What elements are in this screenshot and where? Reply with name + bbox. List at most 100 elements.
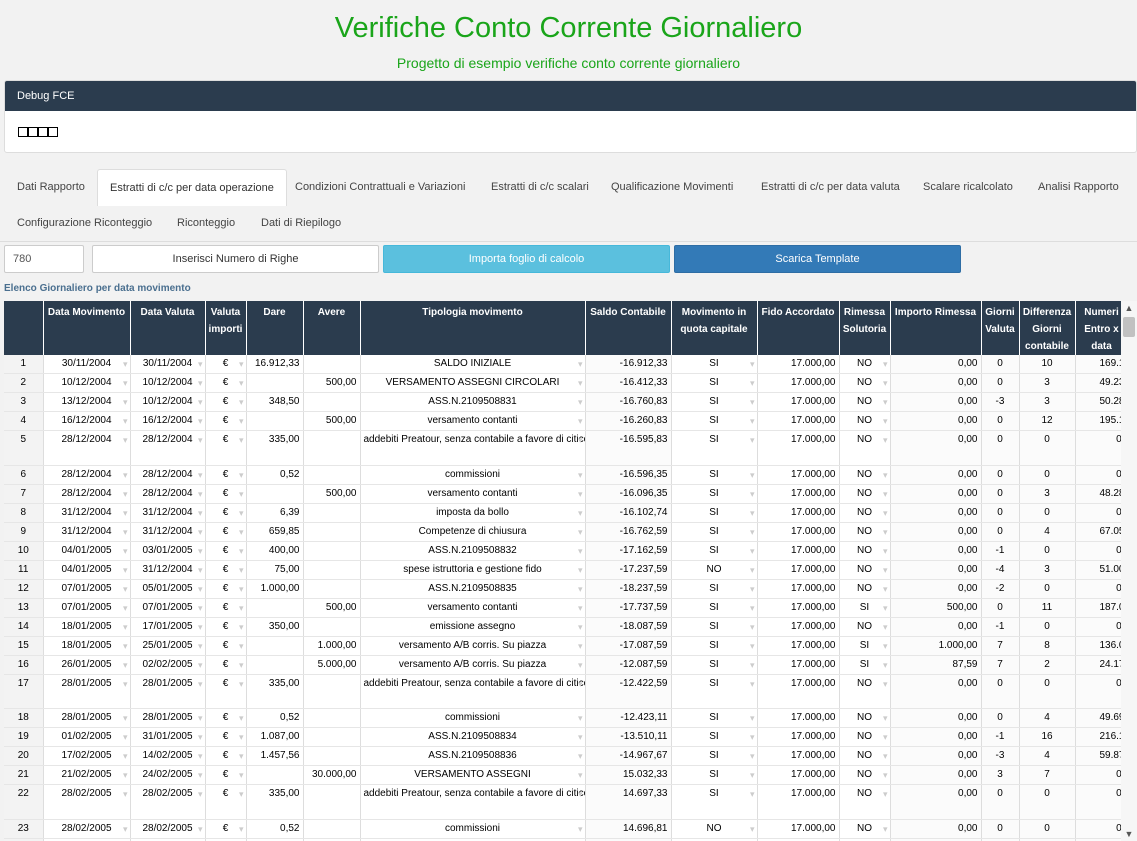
table-cell[interactable]: €: [205, 430, 247, 466]
column-header[interactable]: Movimento in quota capitale: [671, 301, 758, 355]
table-cell[interactable]: 0,: [1075, 430, 1121, 466]
table-cell[interactable]: addebiti Preatour, senza contabile a fav…: [360, 674, 586, 710]
table-cell[interactable]: [246, 598, 304, 618]
table-cell[interactable]: -18.237,59: [585, 579, 672, 599]
table-cell[interactable]: imposta da bollo: [360, 503, 586, 523]
table-cell[interactable]: NO: [839, 522, 891, 542]
table-cell[interactable]: 0,: [1075, 503, 1121, 523]
table-cell[interactable]: 17.000,00: [757, 746, 840, 767]
table-cell[interactable]: 0,00: [890, 411, 982, 432]
table-cell[interactable]: 216.1: [1075, 727, 1121, 748]
table-cell[interactable]: 350,00: [246, 617, 304, 637]
table-cell[interactable]: SI: [671, 674, 758, 710]
table-cell[interactable]: 0,00: [890, 503, 982, 523]
table-cell[interactable]: 10/12/2004: [130, 392, 206, 413]
table-cell[interactable]: -16.762,59: [585, 522, 672, 542]
table-cell[interactable]: 0: [1019, 784, 1076, 820]
table-cell[interactable]: 10: [1019, 355, 1076, 375]
table-cell[interactable]: 30/11/2004: [130, 355, 206, 375]
table-cell[interactable]: €: [205, 708, 247, 729]
table-cell[interactable]: SI: [671, 727, 758, 748]
table-cell[interactable]: 17.000,00: [757, 708, 840, 729]
table-cell[interactable]: 0,00: [890, 674, 982, 710]
table-cell[interactable]: versamento A/B corris. Su piazza: [360, 655, 586, 675]
table-cell[interactable]: -12.423,11: [585, 708, 672, 729]
table-cell[interactable]: 15.032,33: [585, 765, 672, 786]
table-cell[interactable]: 14.697,33: [585, 784, 672, 820]
tab-dati-riepilogo[interactable]: Dati di Riepilogo: [261, 205, 341, 241]
table-cell[interactable]: [303, 708, 361, 729]
table-cell[interactable]: 31/12/2004: [130, 560, 206, 580]
table-cell[interactable]: NO: [839, 746, 891, 767]
table-cell[interactable]: 0: [1019, 465, 1076, 485]
table-cell[interactable]: €: [205, 541, 247, 561]
table-cell[interactable]: €: [205, 636, 247, 656]
table-cell[interactable]: -16.096,35: [585, 484, 672, 504]
table-cell[interactable]: €: [205, 411, 247, 432]
table-cell[interactable]: NO: [839, 579, 891, 599]
table-cell[interactable]: [303, 784, 361, 820]
table-cell[interactable]: 3: [1019, 373, 1076, 394]
table-cell[interactable]: 28/12/2004: [130, 430, 206, 466]
table-cell[interactable]: 14.696,81: [585, 819, 672, 839]
table-cell[interactable]: [246, 765, 304, 786]
table-cell[interactable]: 14/02/2005: [130, 746, 206, 767]
table-cell[interactable]: 28/12/2004: [130, 484, 206, 504]
table-cell[interactable]: 0: [1019, 674, 1076, 710]
table-cell[interactable]: NO: [671, 819, 758, 839]
table-cell[interactable]: 28/12/2004: [130, 465, 206, 485]
table-cell[interactable]: 16/12/2004: [130, 411, 206, 432]
table-cell[interactable]: [303, 355, 361, 375]
table-cell[interactable]: SI: [671, 355, 758, 375]
table-cell[interactable]: 17.000,00: [757, 579, 840, 599]
table-cell[interactable]: SI: [671, 411, 758, 432]
tab-estratti-valuta[interactable]: Estratti di c/c per data valuta: [761, 169, 900, 205]
table-cell[interactable]: 0,: [1075, 674, 1121, 710]
table-cell[interactable]: ASS.N.2109508831: [360, 392, 586, 413]
table-cell[interactable]: 0,00: [890, 708, 982, 729]
table-cell[interactable]: 0,00: [890, 522, 982, 542]
table-cell[interactable]: 0: [981, 598, 1020, 618]
table-cell[interactable]: €: [205, 727, 247, 748]
tab-estratti-scalari[interactable]: Estratti di c/c scalari: [491, 169, 589, 205]
table-cell[interactable]: NO: [839, 784, 891, 820]
table-cell[interactable]: 30/11/2004: [43, 355, 131, 375]
table-cell[interactable]: €: [205, 674, 247, 710]
grid-scrollbar[interactable]: ▲ ▼: [1121, 301, 1137, 841]
table-cell[interactable]: 3: [981, 765, 1020, 786]
table-cell[interactable]: 21/02/2005: [43, 765, 131, 786]
table-cell[interactable]: commissioni: [360, 465, 586, 485]
table-cell[interactable]: [246, 484, 304, 504]
table-cell[interactable]: 28/12/2004: [43, 484, 131, 504]
column-header[interactable]: Importo Rimessa: [890, 301, 982, 355]
table-cell[interactable]: 0: [981, 484, 1020, 504]
table-cell[interactable]: [303, 503, 361, 523]
table-cell[interactable]: 0: [1019, 503, 1076, 523]
table-cell[interactable]: -4: [981, 560, 1020, 580]
table-cell[interactable]: 87,59: [890, 655, 982, 675]
table-cell[interactable]: versamento contanti: [360, 484, 586, 504]
rows-count-input[interactable]: 780: [4, 245, 84, 273]
table-cell[interactable]: SI: [671, 522, 758, 542]
table-cell[interactable]: 500,00: [303, 598, 361, 618]
table-cell[interactable]: €: [205, 655, 247, 675]
table-cell[interactable]: 75,00: [246, 560, 304, 580]
column-header[interactable]: [4, 301, 44, 355]
table-cell[interactable]: 6,39: [246, 503, 304, 523]
table-cell[interactable]: 136.0: [1075, 636, 1121, 656]
table-cell[interactable]: 24.17: [1075, 655, 1121, 675]
table-cell[interactable]: NO: [839, 765, 891, 786]
table-cell[interactable]: -1: [981, 727, 1020, 748]
table-cell[interactable]: 0,: [1075, 819, 1121, 839]
table-cell[interactable]: SI: [671, 655, 758, 675]
table-cell[interactable]: 400,00: [246, 541, 304, 561]
table-cell[interactable]: emissione assegno: [360, 617, 586, 637]
table-cell[interactable]: SI: [671, 373, 758, 394]
scroll-thumb[interactable]: [1123, 317, 1135, 337]
table-cell[interactable]: 28/02/2005: [43, 819, 131, 839]
table-cell[interactable]: -3: [981, 392, 1020, 413]
table-cell[interactable]: 0,00: [890, 617, 982, 637]
table-cell[interactable]: 17.000,00: [757, 617, 840, 637]
table-cell[interactable]: 28/12/2004: [43, 430, 131, 466]
table-cell[interactable]: 17.000,00: [757, 392, 840, 413]
